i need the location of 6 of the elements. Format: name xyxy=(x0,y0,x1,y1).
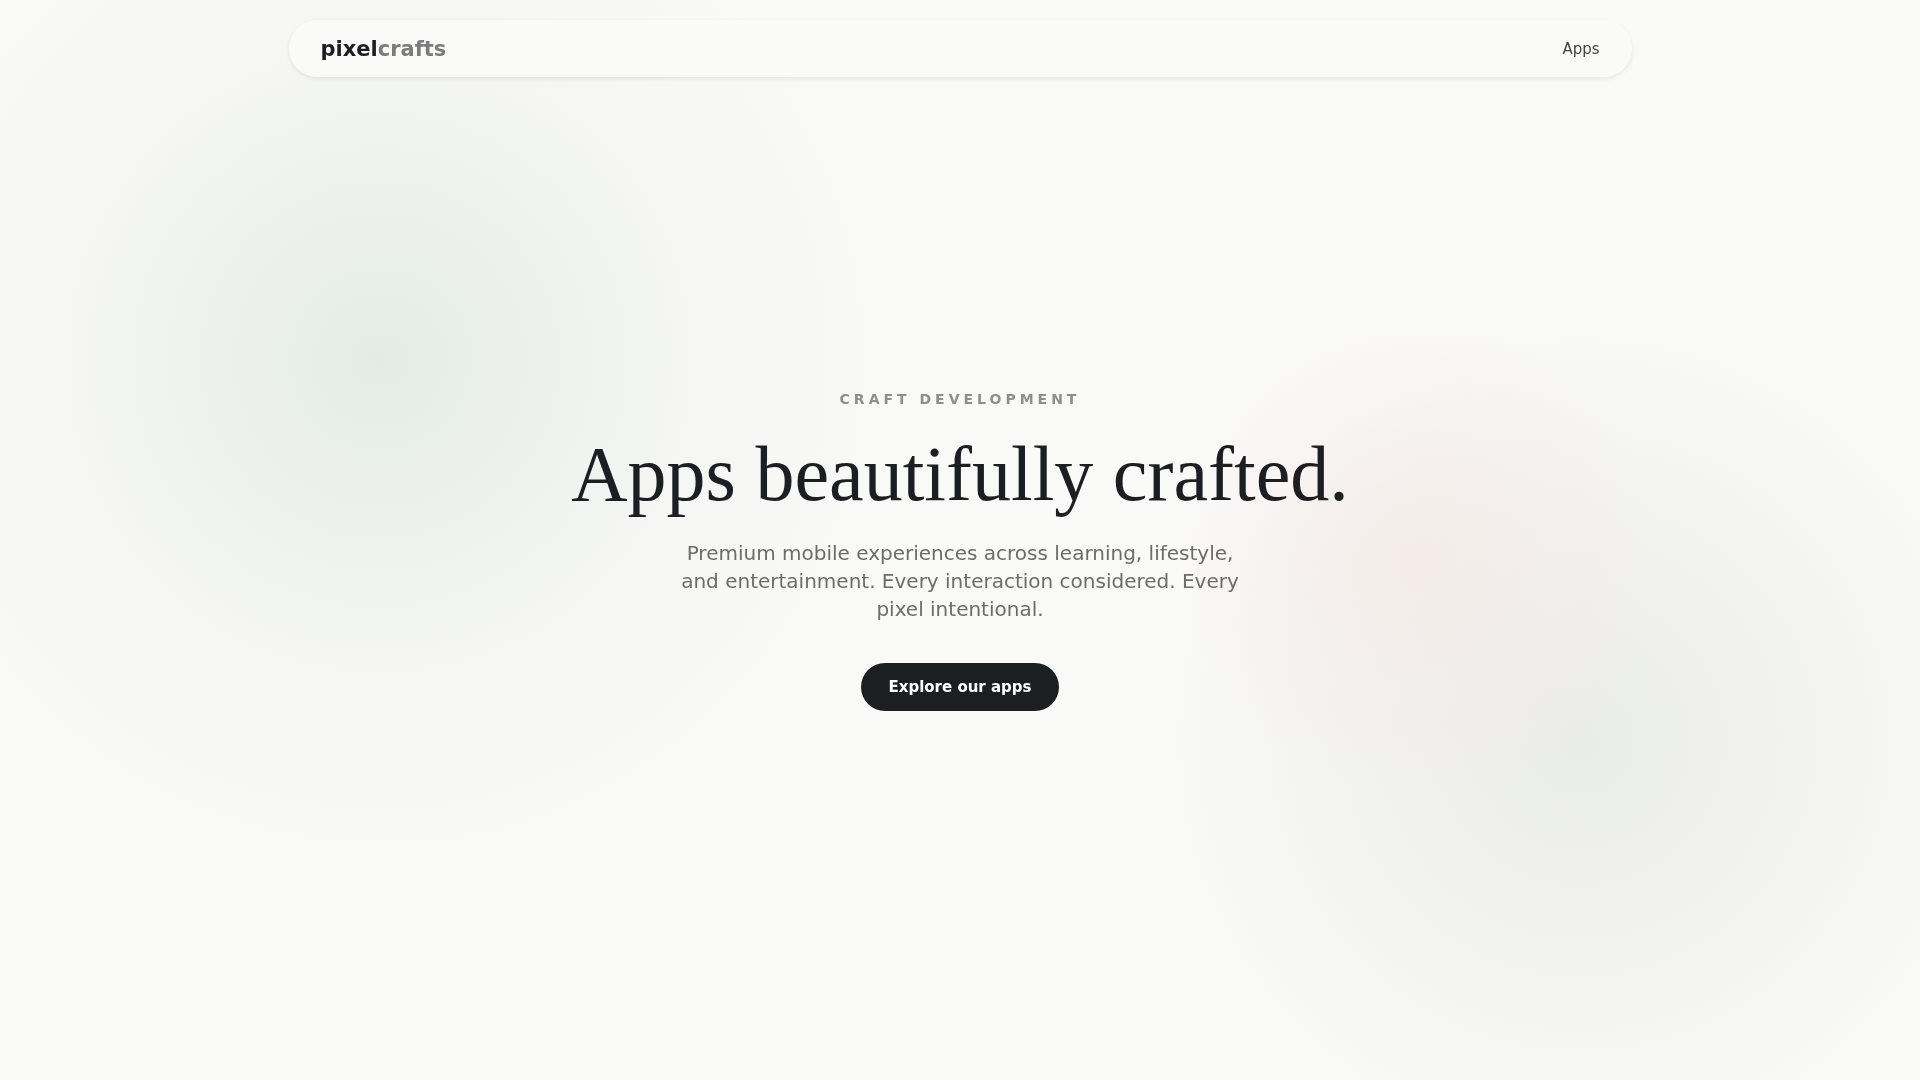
eyebrow-text: CRAFT DEVELOPMENT xyxy=(839,391,1081,407)
explore-button[interactable]: Explore our apps xyxy=(861,662,1059,711)
nav-link[interactable]: Apps xyxy=(1562,39,1600,58)
hero-subtitle: Premium mobile experiences across learning, lifestyle, and entertainment. Every interaction considered. Every pixel intentional. xyxy=(680,539,1240,623)
hero-title: Apps beautifully crafted. xyxy=(571,431,1349,517)
logo[interactable]: pixelcrafts xyxy=(320,36,447,61)
